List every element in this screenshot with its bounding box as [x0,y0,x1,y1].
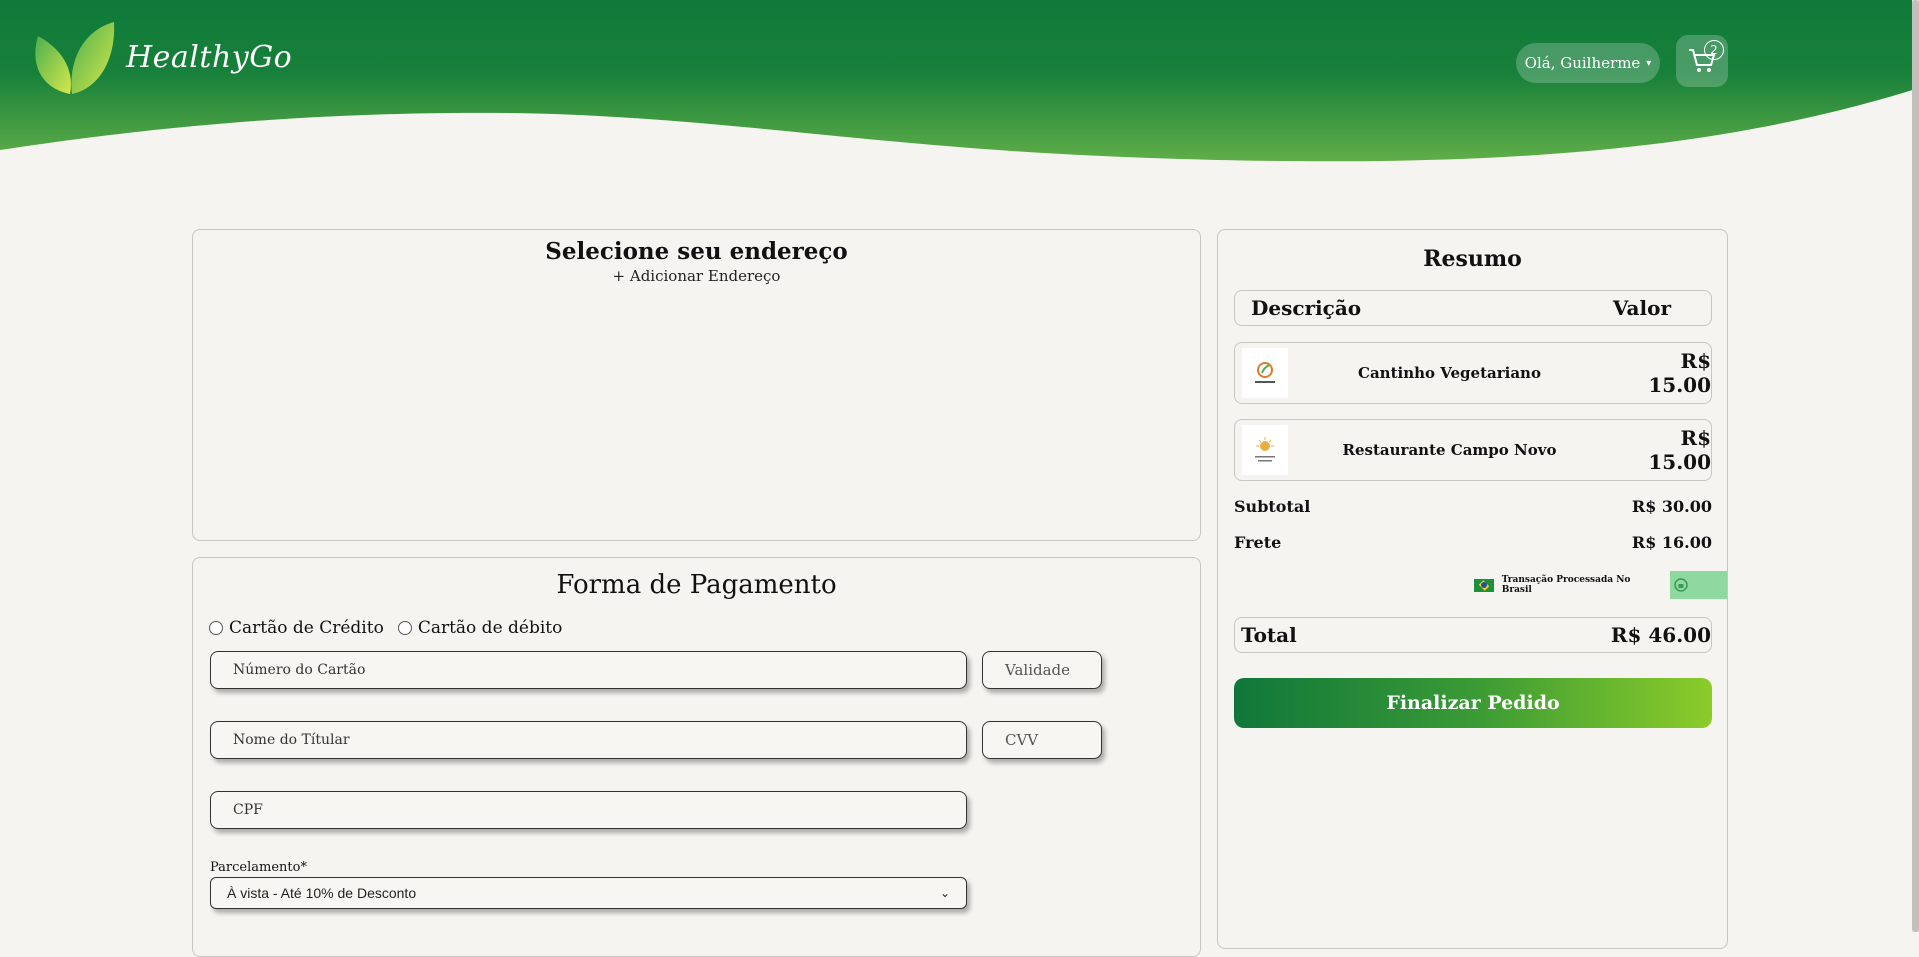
cart-count-badge: 2 [1704,40,1724,60]
item-name: Cantinho Vegetariano [1358,364,1541,382]
finish-order-button[interactable]: Finalizar Pedido [1234,678,1712,728]
card-number-field[interactable]: Número do Cartão [210,651,967,689]
address-title: Selecione seu endereço [545,238,848,265]
chevron-down-icon: ⌄ [939,886,950,900]
scrollbar[interactable] [1912,0,1919,932]
shipping-label: Frete [1234,533,1282,552]
cpf-field[interactable]: CPF [210,791,967,829]
holder-name-field[interactable]: Nome do Títular [210,721,967,759]
restaurant-logo-icon [1242,425,1288,475]
credit-card-label[interactable]: Cartão de Crédito [229,618,384,638]
user-menu-button[interactable]: Olá, Guilherme ▾ [1516,43,1660,83]
leaf-logo-icon [35,22,115,94]
summary-item: Cantinho Vegetariano R$ 15.00 [1234,342,1712,404]
item-price: R$ 15.00 [1648,349,1711,397]
secure-transaction: Transação Processada No Brasil [1474,571,1727,599]
cvv-field[interactable]: CVV [982,721,1102,759]
installments-label: Parcelamento* [210,860,307,875]
debit-card-radio[interactable] [397,621,412,635]
subtotal-value: R$ 30.00 [1631,497,1712,516]
total-label: Total [1241,623,1297,647]
lock-badge-icon [1669,571,1727,599]
summary-panel: Resumo Descrição Valor Cantinho Vegetari… [1217,229,1728,949]
brand-name[interactable]: HealthyGo [126,40,292,75]
item-name: Restaurante Campo Novo [1342,441,1557,459]
subtotal-row: Subtotal R$ 30.00 [1234,497,1712,516]
add-address-link[interactable]: + Adicionar Endereço [193,267,1200,285]
cart-button[interactable]: 2 [1676,35,1728,87]
shipping-row: Frete R$ 16.00 [1234,533,1712,552]
chevron-down-icon: ▾ [1646,57,1652,69]
brazil-flag-icon [1474,578,1494,592]
description-header: Descrição [1251,296,1362,320]
summary-header: Descrição Valor [1234,290,1712,326]
installments-select[interactable]: À vista - Até 10% de Desconto ⌄ [210,877,967,909]
summary-title: Resumo [1423,246,1522,272]
user-greeting: Olá, Guilherme [1524,54,1641,72]
scrollbar-thumb[interactable] [1912,0,1919,932]
total-row: Total R$ 46.00 [1234,617,1712,653]
summary-item: Restaurante Campo Novo R$ 15.00 [1234,419,1712,481]
payment-panel: Forma de Pagamento Cartão de Crédito Car… [192,557,1201,957]
header-banner [0,0,1919,162]
address-panel: Selecione seu endereço + Adicionar Ender… [192,229,1201,541]
payment-method-options: Cartão de Crédito Cartão de débito [209,618,570,638]
payment-title: Forma de Pagamento [556,570,837,600]
validity-field[interactable]: Validade [982,651,1102,689]
installments-value: À vista - Até 10% de Desconto [227,885,417,901]
total-value: R$ 46.00 [1610,623,1711,647]
secure-text: Transação Processada No Brasil [1501,575,1631,595]
credit-card-radio[interactable] [209,621,223,635]
shipping-value: R$ 16.00 [1631,533,1712,552]
value-header: Valor [1612,296,1671,320]
subtotal-label: Subtotal [1234,497,1311,516]
debit-card-label[interactable]: Cartão de débito [418,618,563,638]
item-price: R$ 15.00 [1648,426,1711,474]
restaurant-logo-icon [1242,348,1288,398]
